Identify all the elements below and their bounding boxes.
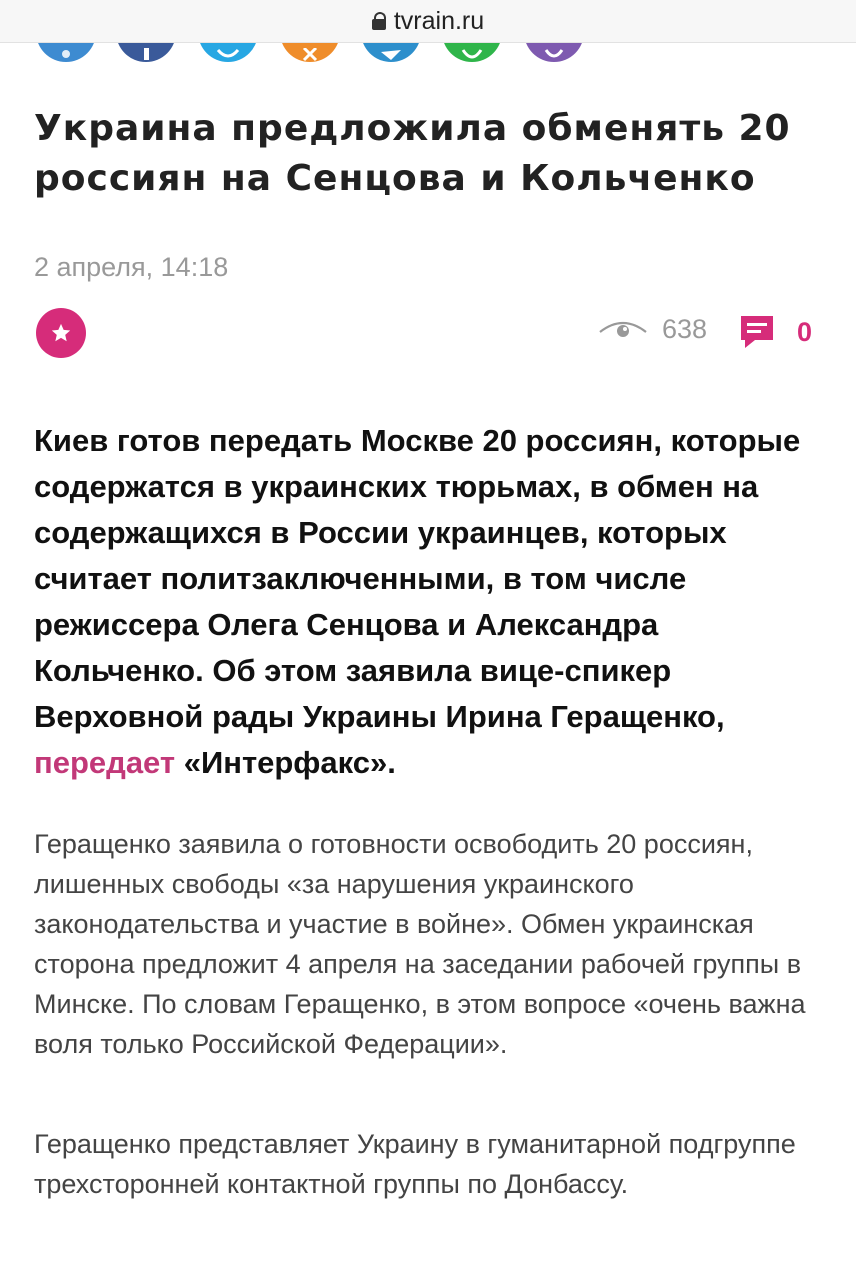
viber-icon xyxy=(544,49,564,58)
article-paragraph-2: Геращенко представляет Украину в гуманит… xyxy=(34,1129,796,1199)
comments-count: 0 xyxy=(797,316,813,347)
source-link[interactable]: передает xyxy=(34,745,175,780)
telegram-icon xyxy=(381,50,401,60)
favorite-button[interactable] xyxy=(36,308,86,358)
twitter-icon xyxy=(216,48,240,58)
article-paragraph-1: Геращенко заявила о готовности освободит… xyxy=(34,829,806,1059)
odnoklassniki-icon xyxy=(302,48,318,62)
whatsapp-icon xyxy=(461,49,483,59)
lock-icon xyxy=(371,12,386,30)
star-icon xyxy=(51,323,71,342)
facebook-icon xyxy=(144,48,149,60)
comments-link[interactable]: 0 xyxy=(739,314,812,350)
lead-tail: «Интерфакс». xyxy=(183,745,396,780)
share-icon xyxy=(62,50,70,58)
lead-text: Киев готов передать Москве 20 россиян, к… xyxy=(34,423,801,734)
url-text: tvrain.ru xyxy=(393,6,485,35)
browser-url-bar[interactable]: tvrain.ru xyxy=(0,0,856,43)
article-date: 2 апреля, 14:18 xyxy=(34,252,229,282)
article-lead: Киев готов передать Москве 20 россиян, к… xyxy=(34,418,824,786)
article-title: Украина предложила обменять 20 россиян н… xyxy=(34,108,791,199)
views-counter: 638 xyxy=(598,314,707,345)
eye-icon xyxy=(599,321,647,337)
comment-icon xyxy=(741,316,773,348)
views-count: 638 xyxy=(662,314,708,344)
